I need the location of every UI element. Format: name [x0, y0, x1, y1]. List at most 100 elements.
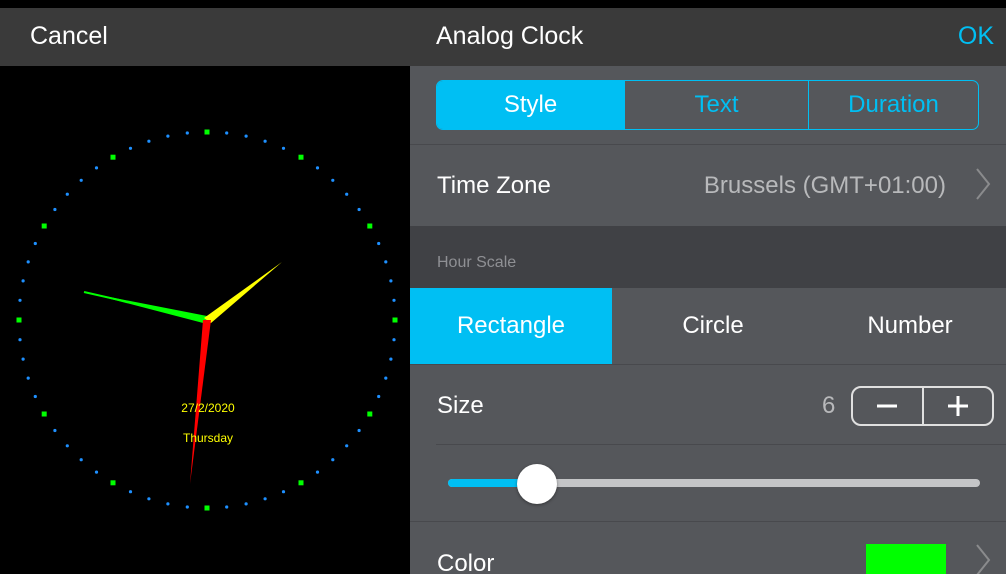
hour-marker [41, 223, 47, 229]
minute-marker [26, 376, 30, 380]
minute-marker [263, 139, 267, 143]
divider [410, 521, 1006, 522]
minute-marker [281, 146, 286, 150]
minute-marker [377, 394, 381, 399]
minute-hand [204, 262, 282, 323]
minute-marker [244, 502, 248, 506]
hour-marker [367, 411, 373, 417]
minute-marker [357, 428, 361, 433]
slider-thumb[interactable] [517, 464, 557, 504]
hour-scale-selector: Rectangle Circle Number [410, 288, 1006, 364]
minute-marker [315, 470, 320, 474]
time-zone-row[interactable]: Time Zone Brussels (GMT+01:00) [410, 146, 1006, 226]
minute-marker [392, 298, 396, 302]
minute-marker [147, 139, 151, 143]
top-bar: Cancel Analog Clock OK [0, 8, 1006, 66]
minute-marker [18, 298, 22, 302]
hour-scale-label: Hour Scale [437, 254, 517, 271]
divider [410, 364, 1006, 365]
minute-marker [384, 260, 388, 264]
time-zone-value: Brussels (GMT+01:00) [703, 172, 946, 199]
divider [410, 144, 1006, 145]
minute-marker [94, 470, 99, 474]
size-stepper [851, 386, 994, 426]
hour-marker [110, 154, 116, 160]
hour-marker [367, 223, 373, 229]
minute-marker [389, 279, 393, 283]
cancel-button[interactable]: Cancel [30, 22, 108, 51]
hour-marker [298, 154, 304, 160]
size-slider[interactable] [448, 464, 980, 504]
minute-marker [65, 444, 69, 448]
minute-marker [128, 146, 133, 150]
plus-icon [947, 396, 968, 416]
hour-marker [41, 411, 47, 417]
clock-weekday: Thursday [183, 431, 233, 445]
minute-marker [21, 279, 25, 283]
page-title: Analog Clock [436, 22, 584, 50]
minute-marker [166, 134, 170, 138]
minute-marker [389, 357, 393, 361]
minute-marker [345, 444, 349, 448]
minute-marker [166, 502, 170, 506]
hour-scale-section-header: Hour Scale [410, 226, 1006, 288]
minute-marker [128, 490, 133, 494]
minute-marker [33, 394, 37, 399]
ok-button[interactable]: OK [958, 22, 994, 51]
settings-panel: Style Text Duration Time Zone Brussels (… [410, 66, 1006, 574]
minute-marker [18, 338, 22, 342]
size-increment-button[interactable] [921, 388, 993, 424]
minute-marker [21, 357, 25, 361]
minute-marker [53, 428, 57, 433]
minus-icon [877, 404, 898, 408]
minute-marker [392, 338, 396, 342]
hour-scale-option-rectangle[interactable]: Rectangle [410, 288, 612, 364]
hour-marker [204, 505, 210, 511]
minute-marker [345, 192, 349, 196]
minute-marker [26, 260, 30, 264]
minute-marker [53, 207, 57, 212]
minute-marker [65, 192, 69, 196]
hour-scale-option-circle[interactable]: Circle [612, 288, 814, 364]
color-swatch[interactable] [866, 544, 946, 574]
tab-bar: Style Text Duration [436, 80, 979, 130]
minute-marker [147, 497, 151, 501]
color-label: Color [437, 550, 495, 574]
size-label: Size [437, 392, 484, 419]
chevron-right-icon[interactable] [974, 542, 992, 574]
size-value: 6 [822, 392, 836, 419]
minute-marker [185, 505, 189, 509]
minute-marker [244, 134, 248, 138]
minute-marker [384, 376, 388, 380]
hour-marker [16, 317, 22, 323]
minute-marker [225, 131, 229, 135]
hour-marker [392, 317, 398, 323]
minute-marker [185, 131, 189, 135]
minute-marker [281, 490, 286, 494]
minute-marker [331, 458, 335, 462]
minute-marker [79, 178, 83, 182]
minute-marker [263, 497, 267, 501]
minute-marker [225, 505, 229, 509]
hour-marker [110, 480, 116, 486]
clock-date: 27/2/2020 [181, 401, 235, 415]
hour-scale-option-number[interactable]: Number [814, 288, 1006, 364]
time-zone-label: Time Zone [437, 172, 551, 199]
hour-hand-body [84, 292, 207, 324]
clock-preview: 27/2/2020 Thursday [6, 66, 410, 574]
minute-marker [377, 241, 381, 246]
tab-duration[interactable]: Duration [808, 81, 978, 129]
hour-marker [298, 480, 304, 486]
analog-clock: 27/2/2020 Thursday [16, 129, 398, 511]
minute-marker [79, 458, 83, 462]
size-decrement-button[interactable] [853, 388, 922, 424]
hour-marker [204, 129, 210, 135]
minute-marker [331, 178, 335, 182]
tab-text[interactable]: Text [624, 81, 808, 129]
tab-style[interactable]: Style [437, 81, 624, 129]
minute-marker [315, 166, 320, 170]
chevron-right-icon [974, 166, 992, 210]
minute-marker [94, 166, 99, 170]
minute-marker [357, 207, 361, 212]
divider [436, 444, 1006, 445]
